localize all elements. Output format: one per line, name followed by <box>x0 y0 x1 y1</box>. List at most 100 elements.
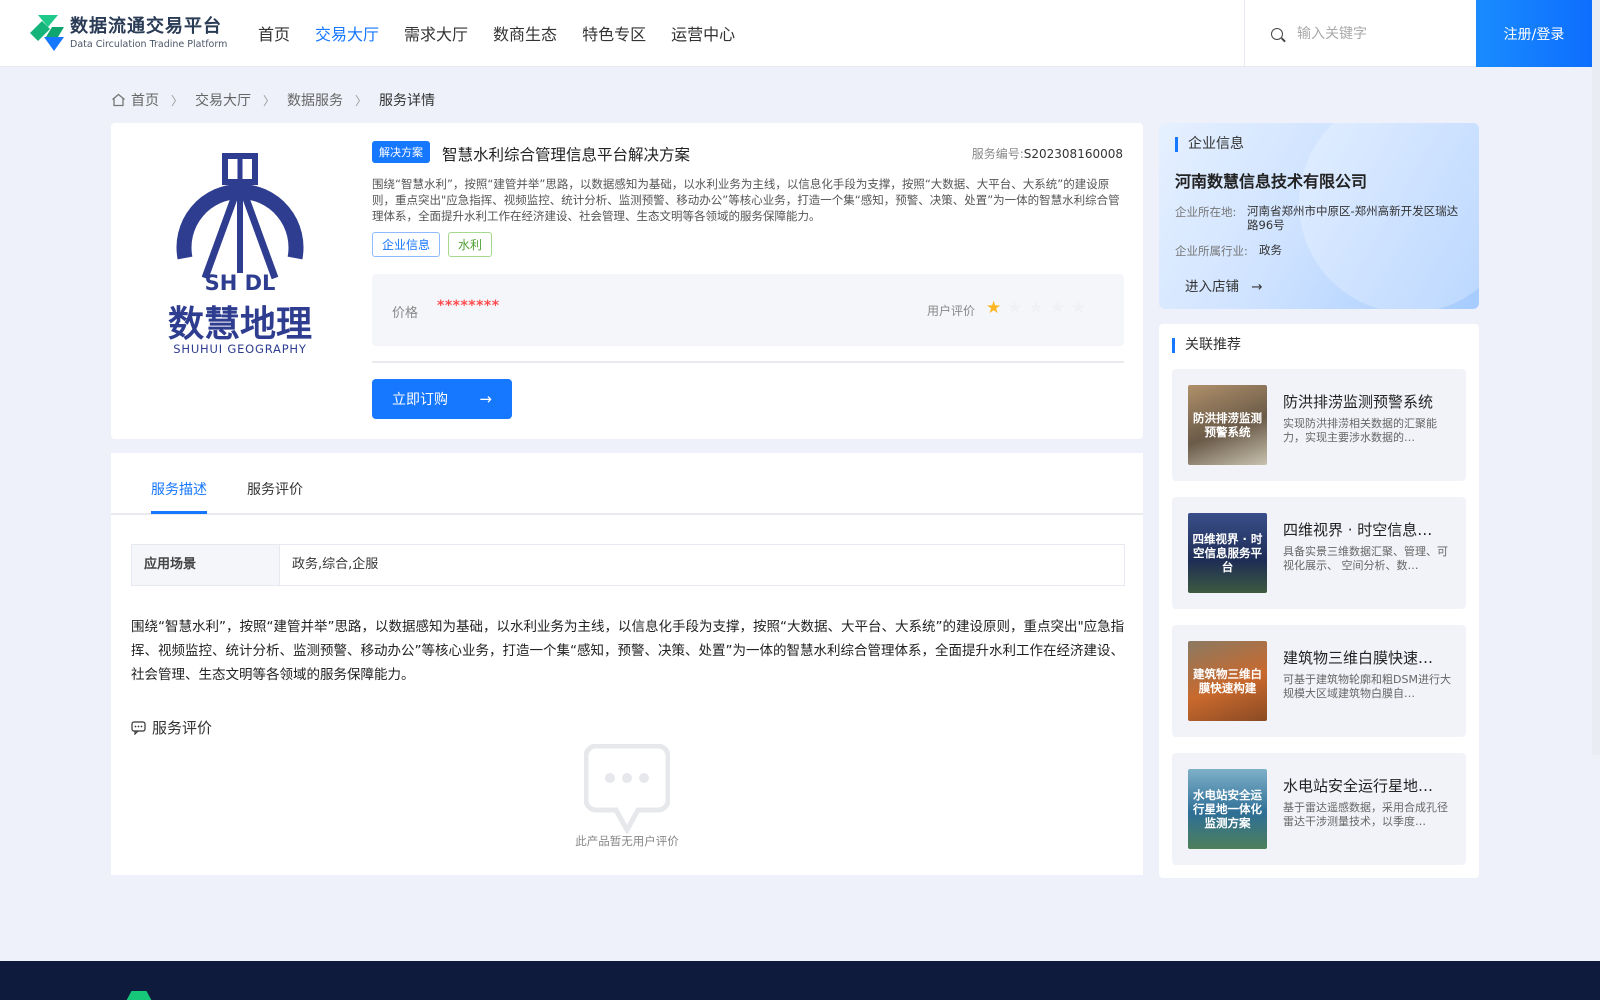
home-icon <box>112 93 125 107</box>
service-number-label: 服务编号: <box>971 147 1024 161</box>
nav-trading-hall[interactable]: 交易大厅 <box>315 0 379 67</box>
logo-text-en: SHUHUI GEOGRAPHY <box>173 342 307 356</box>
company-location-row: 企业所在地: 河南省郑州市中原区-郑州高新开发区瑞达路96号 <box>1175 204 1462 232</box>
chevron-right-icon: 〉 <box>171 93 184 108</box>
nav-demand-hall[interactable]: 需求大厅 <box>404 0 468 67</box>
related-item-thumbnail: 防洪排涝监测预警系统 <box>1188 385 1267 465</box>
star-icon: ★ <box>1007 298 1023 318</box>
industry-label: 企业所属行业: <box>1175 244 1248 258</box>
empty-reviews-text: 此产品暂无用户评价 <box>575 834 679 848</box>
product-card: SH DL 数慧地理 SHUHUI GEOGRAPHY 解决方案 智慧水利综合管… <box>111 123 1143 439</box>
enter-shop-label: 进入店铺 <box>1185 279 1239 295</box>
related-item[interactable]: 建筑物三维白膜快速构建 建筑物三维白膜快速… 可基于建筑物轮廓和粗DSM进行大规… <box>1172 625 1466 737</box>
star-icon: ★ <box>1071 298 1087 318</box>
related-item-title: 建筑物三维白膜快速… <box>1283 649 1434 667</box>
search-input[interactable] <box>1297 25 1457 42</box>
related-item-desc: 实现防洪排涝相关数据的汇聚能力，实现主要涉水数据的… <box>1283 417 1437 444</box>
arrow-right-icon: → <box>479 390 492 408</box>
related-recommendations: 关联推荐 防洪排涝监测预警系统 防洪排涝监测预警系统 实现防洪排涝相关数据的汇聚… <box>1159 324 1479 878</box>
related-item[interactable]: 四维视界 · 时空信息服务平台 四维视界 · 时空信息… 具备实景三维数据汇聚、… <box>1172 497 1466 609</box>
scene-key: 应用场景 <box>132 545 280 585</box>
nav-operations[interactable]: 运营中心 <box>671 0 735 67</box>
related-item-desc: 基于雷达遥感数据，采用合成孔径雷达干涉测量技术，以季度… <box>1283 801 1448 828</box>
scene-value: 政务,综合,企服 <box>292 557 379 572</box>
product-title: 智慧水利综合管理信息平台解决方案 <box>442 146 691 164</box>
company-info-card: 企业信息 河南数慧信息技术有限公司 企业所在地: 河南省郑州市中原区-郑州高新开… <box>1159 123 1479 309</box>
related-section-title: 关联推荐 <box>1172 338 1241 353</box>
rating-label: 用户评价 <box>927 304 976 318</box>
tab-service-description[interactable]: 服务描述 <box>151 479 207 499</box>
reviews-heading-label: 服务评价 <box>152 719 213 737</box>
search-box <box>1244 0 1476 67</box>
search-icon[interactable] <box>1271 27 1283 40</box>
breadcrumb-trading-hall[interactable]: 交易大厅 <box>195 90 251 110</box>
service-number-value: S202308160008 <box>1023 147 1123 161</box>
footer <box>0 961 1600 1000</box>
related-item-title: 水电站安全运行星地… <box>1283 777 1434 795</box>
service-number: 服务编号:S202308160008 <box>972 145 1123 162</box>
related-item-title: 防洪排涝监测预警系统 <box>1283 393 1434 411</box>
nav-ecosystem[interactable]: 数商生态 <box>493 0 557 67</box>
related-item[interactable]: 水电站安全运行星地一体化监测方案 水电站安全运行星地… 基于雷达遥感数据，采用合… <box>1172 753 1466 865</box>
top-header: 数据流通交易平台 Data Circulation Tradine Platfo… <box>0 0 1600 67</box>
comment-icon <box>131 720 146 735</box>
nav-home[interactable]: 首页 <box>258 0 290 67</box>
product-tags: 企业信息 水利 <box>372 232 493 257</box>
company-name: 河南数慧信息技术有限公司 <box>1175 172 1368 191</box>
platform-logo[interactable]: 数据流通交易平台 Data Circulation Tradine Platfo… <box>28 13 227 53</box>
main-nav: 首页 交易大厅 需求大厅 数商生态 特色专区 运营中心 <box>258 0 760 67</box>
related-item-thumbnail: 建筑物三维白膜快速构建 <box>1188 641 1267 721</box>
tab-service-reviews[interactable]: 服务评价 <box>247 479 303 499</box>
price-value: ******** <box>437 298 500 314</box>
location-value: 河南省郑州市中原区-郑州高新开发区瑞达路96号 <box>1247 204 1459 232</box>
related-item-title: 四维视界 · 时空信息… <box>1283 521 1433 539</box>
order-now-label: 立即订购 <box>392 392 448 408</box>
page-scrollbar[interactable] <box>1592 0 1600 755</box>
order-now-button[interactable]: 立即订购 → <box>372 379 512 419</box>
service-detail-panel: 服务描述 服务评价 应用场景 政务,综合,企服 围绕“智慧水利”，按照“建管并举… <box>111 453 1143 875</box>
star-icon: ★ <box>1028 298 1044 318</box>
related-item[interactable]: 防洪排涝监测预警系统 防洪排涝监测预警系统 实现防洪排涝相关数据的汇聚能力，实现… <box>1172 369 1466 481</box>
platform-name-en: Data Circulation Tradine Platform <box>70 38 228 50</box>
logo-letters: SH DL <box>205 271 276 295</box>
footer-logo-icon <box>124 991 154 1000</box>
related-item-desc: 具备实景三维数据汇聚、管理、可视化展示、 空间分析、数… <box>1283 545 1448 572</box>
detail-tabs: 服务描述 服务评价 <box>111 453 1143 515</box>
breadcrumb-home[interactable]: 首页 <box>131 90 159 110</box>
divider <box>372 361 1124 363</box>
tag-enterprise-info[interactable]: 企业信息 <box>372 232 441 257</box>
related-item-thumbnail: 水电站安全运行星地一体化监测方案 <box>1188 769 1267 849</box>
breadcrumb-current: 服务详情 <box>379 93 436 109</box>
reviews-heading: 服务评价 <box>131 717 212 738</box>
service-description-text: 围绕“智慧水利”，按照“建管并举”思路，以数据感知为基础，以水利业务为主线，以信… <box>131 619 1125 683</box>
solution-badge: 解决方案 <box>372 141 430 163</box>
arrow-right-icon: → <box>1251 279 1263 295</box>
active-tab-indicator <box>151 511 207 514</box>
empty-comment-icon <box>584 744 670 834</box>
platform-name-cn: 数据流通交易平台 <box>70 15 222 37</box>
star-icon: ★ <box>1049 298 1065 318</box>
related-item-thumbnail: 四维视界 · 时空信息服务平台 <box>1188 513 1267 593</box>
product-summary: 围绕“智慧水利”，按照“建管并举”思路，以数据感知为基础，以水利业务为主线，以信… <box>372 177 1120 223</box>
platform-logo-icon <box>30 15 64 51</box>
related-item-desc: 可基于建筑物轮廓和粗DSM进行大规模大区域建筑物白膜自… <box>1283 673 1451 700</box>
chevron-right-icon: 〉 <box>355 93 368 108</box>
breadcrumb-data-service[interactable]: 数据服务 <box>287 90 343 110</box>
company-industry-row: 企业所属行业: 政务 <box>1175 243 1474 259</box>
chevron-right-icon: 〉 <box>263 93 276 108</box>
industry-value: 政务 <box>1259 243 1282 257</box>
location-label: 企业所在地: <box>1175 205 1237 219</box>
product-logo-image: SH DL 数慧地理 SHUHUI GEOGRAPHY <box>168 153 312 356</box>
logo-text-cn: 数慧地理 <box>168 304 312 345</box>
nav-featured[interactable]: 特色专区 <box>582 0 646 67</box>
application-scene-table: 应用场景 政务,综合,企服 <box>131 544 1125 586</box>
star-icon: ★ <box>986 298 1002 318</box>
rating-stars: ★ ★ ★ ★ ★ <box>986 299 1086 317</box>
price-label: 价格 <box>392 306 419 321</box>
breadcrumb: 首页 〉 交易大厅 〉 数据服务 〉 服务详情 <box>111 90 435 110</box>
price-panel: 价格 ******** 用户评价 ★ ★ ★ ★ ★ <box>372 274 1124 346</box>
tag-water[interactable]: 水利 <box>448 232 493 257</box>
company-section-title: 企业信息 <box>1175 137 1244 152</box>
login-register-button[interactable]: 注册/登录 <box>1476 0 1592 67</box>
enter-shop-link[interactable]: 进入店铺 → <box>1185 275 1263 295</box>
